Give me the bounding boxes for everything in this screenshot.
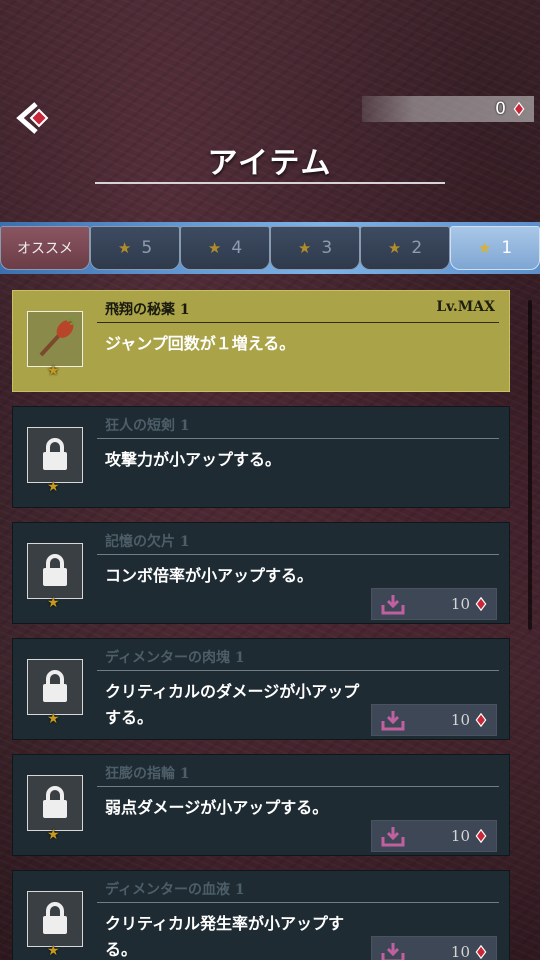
item-thumbnail: ★ (27, 775, 83, 843)
red-gem-icon (475, 713, 487, 727)
rarity-tab-bar: オススメ ★ 5 ★ 4 ★ 3 ★ 2 ★ 1 (0, 222, 540, 274)
lock-icon (43, 786, 67, 818)
item-description: 弱点ダメージが小アップする。 (105, 798, 329, 817)
item-name: 飛翔の秘薬 1 (105, 302, 190, 318)
tab-label: 2 (411, 238, 423, 258)
item-name: ディメンターの血液 1 (105, 882, 245, 898)
item-description: 攻撃力が小アップする。 (105, 450, 282, 469)
tab-star-5[interactable]: ★ 5 (90, 226, 180, 270)
divider (97, 322, 499, 323)
unlock-cost: 10 (450, 595, 470, 613)
unlock-button[interactable]: 10 (371, 936, 497, 960)
tab-star-4[interactable]: ★ 4 (180, 226, 270, 270)
star-icon: ★ (297, 239, 312, 257)
unlock-button[interactable]: 10 (371, 704, 497, 736)
tab-star-1[interactable]: ★ 1 (450, 226, 540, 270)
item-thumbnail: ★ (27, 891, 83, 959)
download-icon (381, 827, 405, 847)
rank-star-icon: ★ (47, 827, 60, 843)
rank-star-icon: ★ (47, 595, 60, 611)
divider (97, 554, 499, 555)
back-arrow-icon (16, 102, 49, 134)
tab-star-3[interactable]: ★ 3 (270, 226, 360, 270)
star-icon: ★ (207, 239, 222, 257)
red-gem-icon (475, 597, 487, 611)
item-card[interactable]: ★ ディメンターの肉塊 1 クリティカルのダメージが小アップする。 10 (12, 638, 510, 740)
back-button[interactable] (14, 100, 54, 136)
item-description: コンボ倍率が小アップする。 (105, 566, 314, 585)
rank-star-icon: ★ (47, 943, 60, 959)
item-card[interactable]: ★ ディメンターの血液 1 クリティカル発生率が小アップする。 10 (12, 870, 510, 960)
item-thumbnail: ★ (27, 427, 83, 495)
item-name: ディメンターの肉塊 1 (105, 650, 245, 666)
download-icon (381, 595, 405, 615)
tab-label: 4 (231, 238, 243, 258)
item-name: 記憶の欠片 1 (105, 534, 190, 550)
unlock-cost: 10 (450, 943, 470, 960)
item-description: クリティカル発生率が小アップする。 (105, 914, 345, 959)
rank-star-icon: ★ (47, 479, 60, 495)
red-gem-icon (475, 945, 487, 959)
unlock-button[interactable]: 10 (371, 588, 497, 620)
gem-counter: 0 (362, 96, 534, 122)
list-scrollbar[interactable] (528, 300, 532, 630)
lock-icon (43, 902, 67, 934)
star-icon: ★ (117, 239, 132, 257)
item-card[interactable]: ★ 狂膨の指輪 1 弱点ダメージが小アップする。 10 (12, 754, 510, 856)
divider (97, 438, 499, 439)
item-description: ジャンプ回数が１増える。 (105, 334, 296, 353)
item-name: 狂人の短剣 1 (105, 418, 190, 434)
item-level: Lv.MAX (436, 299, 495, 315)
title-divider (95, 182, 445, 184)
download-icon (381, 711, 405, 731)
rank-star-icon: ★ (47, 363, 60, 379)
tab-label: オススメ (17, 241, 73, 257)
item-card[interactable]: ★ 記憶の欠片 1 コンボ倍率が小アップする。 10 (12, 522, 510, 624)
item-card[interactable]: ★ 狂人の短剣 1 攻撃力が小アップする。 (12, 406, 510, 508)
tab-label: 5 (141, 238, 153, 258)
item-description: クリティカルのダメージが小アップする。 (105, 682, 360, 727)
unlock-button[interactable]: 10 (371, 820, 497, 852)
tab-label: 3 (321, 238, 333, 258)
item-thumbnail: ★ (27, 311, 83, 379)
tab-star-2[interactable]: ★ 2 (360, 226, 450, 270)
page-title: アイテム (207, 146, 333, 181)
item-thumbnail: ★ (27, 659, 83, 727)
divider (97, 786, 499, 787)
lock-icon (43, 670, 67, 702)
lock-icon (43, 554, 67, 586)
item-card[interactable]: ★ 飛翔の秘薬 1 Lv.MAX ジャンプ回数が１増える。 (12, 290, 510, 392)
star-icon: ★ (477, 239, 492, 257)
red-gem-icon (513, 102, 525, 116)
unlock-cost: 10 (450, 711, 470, 729)
star-icon: ★ (387, 239, 402, 257)
tab-label: 1 (501, 238, 513, 258)
tab-recommended[interactable]: オススメ (0, 226, 90, 270)
gem-count: 0 (495, 99, 506, 119)
unlock-cost: 10 (450, 827, 470, 845)
divider (97, 670, 499, 671)
red-gem-icon (475, 829, 487, 843)
lock-icon (43, 438, 67, 470)
item-name: 狂膨の指輪 1 (105, 766, 190, 782)
rank-star-icon: ★ (47, 711, 60, 727)
download-icon (381, 943, 405, 960)
potion-icon (39, 318, 76, 357)
divider (97, 902, 499, 903)
item-list: ★ 飛翔の秘薬 1 Lv.MAX ジャンプ回数が１増える。 ★ 狂人の短剣 1 … (12, 290, 512, 960)
item-thumbnail: ★ (27, 543, 83, 611)
